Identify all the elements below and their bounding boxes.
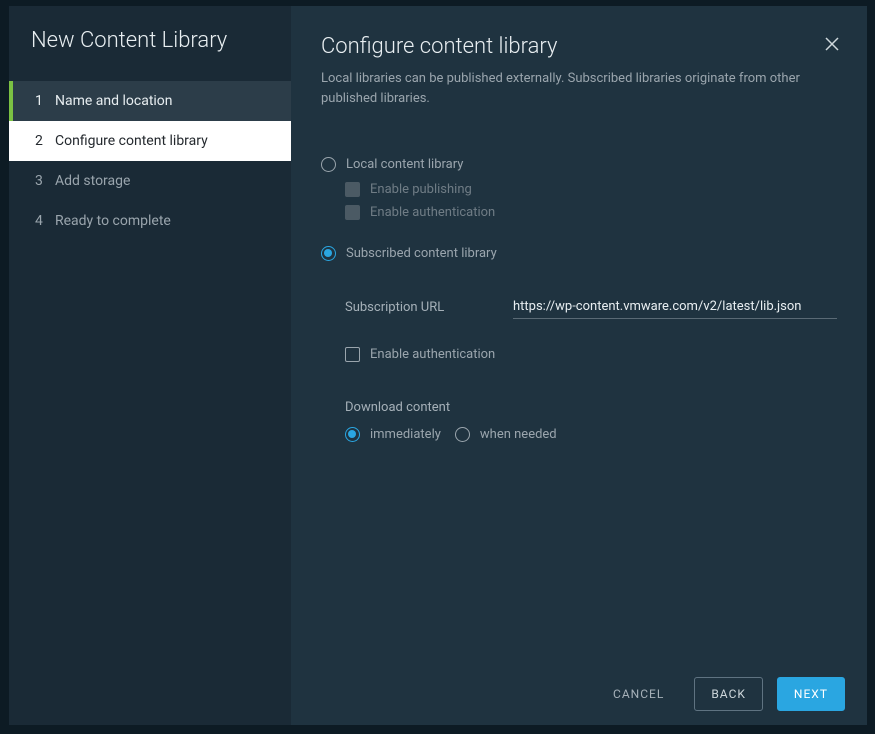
download-when-needed-option[interactable]: when needed — [455, 427, 557, 442]
step-label: Ready to complete — [55, 213, 171, 229]
wizard-step-name-location[interactable]: 1 Name and location — [9, 81, 291, 121]
checkbox-subscribed-auth[interactable] — [345, 347, 360, 362]
enable-publishing-row: Enable publishing — [345, 182, 837, 197]
cancel-button[interactable]: CANCEL — [597, 678, 680, 710]
form-body: Local content library Enable publishing … — [291, 123, 867, 663]
enable-local-auth-row: Enable authentication — [345, 205, 837, 220]
content-header: Configure content library Local librarie… — [291, 6, 867, 123]
step-number: 3 — [35, 173, 55, 189]
back-button[interactable]: BACK — [694, 677, 763, 711]
enable-subscribed-auth-row[interactable]: Enable authentication — [345, 347, 837, 362]
subscription-url-label: Subscription URL — [345, 300, 513, 315]
subscribed-library-option[interactable]: Subscribed content library — [321, 246, 837, 261]
radio-local[interactable] — [321, 157, 336, 172]
step-label: Configure content library — [55, 133, 208, 149]
download-when-needed-label: when needed — [480, 427, 557, 442]
download-content-label: Download content — [345, 400, 837, 415]
download-immediately-option[interactable]: immediately — [345, 427, 441, 442]
step-label: Name and location — [55, 93, 173, 109]
step-number: 1 — [35, 93, 55, 109]
radio-subscribed[interactable] — [321, 246, 336, 261]
download-content-options: immediately when needed — [345, 427, 837, 442]
wizard-step-configure[interactable]: 2 Configure content library — [9, 121, 291, 161]
page-description: Local libraries can be published externa… — [321, 69, 837, 109]
subscribed-library-label: Subscribed content library — [346, 246, 497, 261]
radio-when-needed[interactable] — [455, 427, 470, 442]
enable-publishing-label: Enable publishing — [370, 182, 472, 197]
close-button[interactable] — [825, 36, 843, 54]
content-panel: Configure content library Local librarie… — [291, 6, 867, 725]
download-immediately-label: immediately — [370, 427, 441, 442]
wizard-title: New Content Library — [9, 28, 291, 81]
subscription-url-row: Subscription URL — [345, 295, 837, 319]
wizard-step-storage[interactable]: 3 Add storage — [9, 161, 291, 201]
enable-local-auth-label: Enable authentication — [370, 205, 495, 220]
local-library-label: Local content library — [346, 157, 463, 172]
step-number: 4 — [35, 213, 55, 229]
step-label: Add storage — [55, 173, 130, 189]
enable-subscribed-auth-label: Enable authentication — [370, 347, 495, 362]
page-title: Configure content library — [321, 34, 837, 59]
new-content-library-dialog: New Content Library 1 Name and location … — [9, 6, 867, 725]
wizard-step-ready[interactable]: 4 Ready to complete — [9, 201, 291, 241]
checkbox-local-auth — [345, 205, 360, 220]
radio-immediately[interactable] — [345, 427, 360, 442]
step-number: 2 — [35, 133, 55, 149]
wizard-sidebar: New Content Library 1 Name and location … — [9, 6, 291, 725]
close-icon — [825, 37, 839, 51]
checkbox-enable-publishing — [345, 182, 360, 197]
dialog-footer: CANCEL BACK NEXT — [291, 663, 867, 725]
local-library-option[interactable]: Local content library — [321, 157, 837, 172]
next-button[interactable]: NEXT — [777, 677, 845, 711]
subscription-url-input[interactable] — [513, 295, 837, 319]
